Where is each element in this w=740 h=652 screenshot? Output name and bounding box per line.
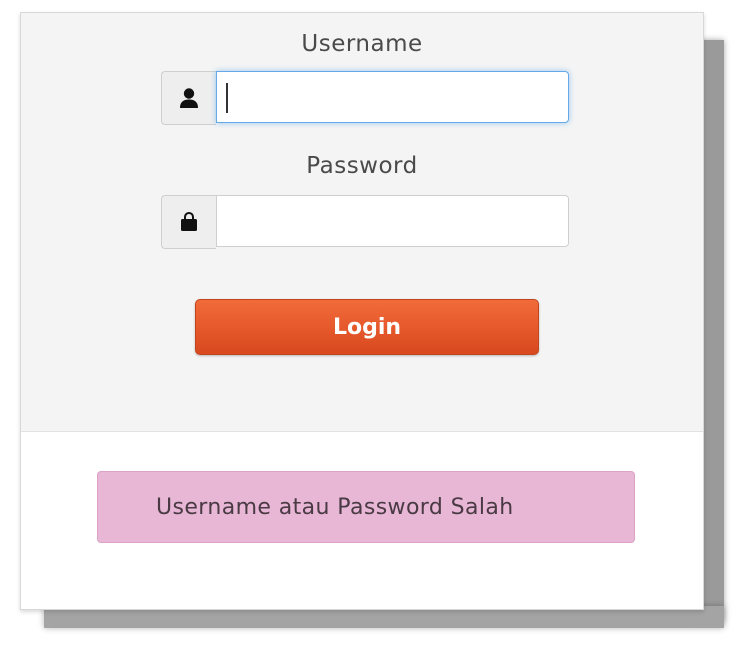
login-panel: Username Password Login Username atau Pa… (20, 12, 704, 610)
error-message: Username atau Password Salah (156, 494, 514, 520)
password-addon (161, 195, 216, 249)
text-caret (226, 83, 228, 113)
username-input[interactable] (216, 71, 569, 123)
username-label: Username (301, 31, 423, 57)
password-input[interactable] (216, 195, 569, 247)
username-input-group (161, 71, 569, 125)
user-icon (180, 88, 198, 108)
login-button[interactable]: Login (195, 299, 539, 355)
login-form-section: Username Password Login (21, 13, 703, 432)
password-input-group (161, 195, 569, 249)
lock-icon (181, 212, 197, 231)
username-addon (161, 71, 216, 125)
error-alert: Username atau Password Salah (97, 471, 635, 543)
password-label: Password (306, 153, 418, 179)
